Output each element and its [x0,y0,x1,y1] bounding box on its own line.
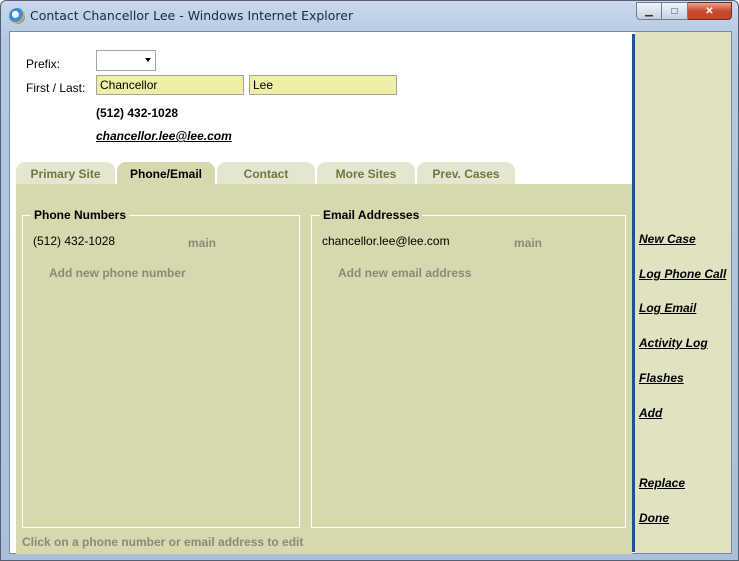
minimize-button[interactable]: ▁ [636,2,662,20]
tab-primary-site[interactable]: Primary Site [16,162,115,185]
phone-entry-type: main [188,236,217,250]
maximize-button[interactable]: □ [662,2,688,20]
primary-phone: (512) 432-1028 [96,106,179,120]
window-title: Contact Chancellor Lee - Windows Interne… [30,8,354,23]
prefix-label: Prefix: [26,57,61,71]
first-name-input[interactable]: Chancellor [96,75,244,95]
page-content: Prefix: First / Last: Chancellor Lee (51… [9,31,732,554]
name-label: First / Last: [26,81,86,95]
browser-window: Contact Chancellor Lee - Windows Interne… [0,0,739,561]
email-addresses-group: Email Addresses chancellor.lee@lee.com m… [311,208,626,528]
done-link[interactable]: Done [639,511,669,525]
prefix-select[interactable] [96,50,156,71]
activity-log-link[interactable]: Activity Log [639,336,708,350]
last-name-input[interactable]: Lee [249,75,397,95]
title-bar[interactable]: Contact Chancellor Lee - Windows Interne… [1,1,738,31]
phone-numbers-title: Phone Numbers [31,208,130,222]
log-phone-call-link[interactable]: Log Phone Call [639,267,726,281]
tab-contact[interactable]: Contact [217,162,315,185]
email-entry-value[interactable]: chancellor.lee@lee.com [322,234,450,248]
window-controls: ▁ □ ✕ [636,2,732,21]
internet-explorer-icon [9,8,25,24]
phone-numbers-group: Phone Numbers (512) 432-1028 main Add ne… [22,208,300,528]
add-phone-link[interactable]: Add new phone number [49,266,186,280]
phone-email-panel: Phone Numbers (512) 432-1028 main Add ne… [16,184,632,554]
add-link[interactable]: Add [639,406,662,420]
add-email-link[interactable]: Add new email address [338,266,471,280]
email-entry-type: main [514,236,543,250]
close-button[interactable]: ✕ [688,2,732,20]
tab-prev-cases[interactable]: Prev. Cases [417,162,515,185]
phone-entry-value[interactable]: (512) 432-1028 [33,234,115,248]
primary-email-link[interactable]: chancellor.lee@lee.com [96,129,232,143]
email-addresses-title: Email Addresses [320,208,423,222]
replace-link[interactable]: Replace [639,476,685,490]
tab-more-sites[interactable]: More Sites [317,162,415,185]
actions-sidebar: New Case Log Phone Call Log Email Activi… [635,32,731,553]
edit-hint: Click on a phone number or email address… [22,535,304,549]
chevron-down-icon [145,58,151,62]
tab-bar: Primary Site Phone/Email Contact More Si… [16,162,517,185]
new-case-link[interactable]: New Case [639,232,696,246]
tab-phone-email[interactable]: Phone/Email [117,162,215,185]
flashes-link[interactable]: Flashes [639,371,684,385]
log-email-link[interactable]: Log Email [639,301,696,315]
